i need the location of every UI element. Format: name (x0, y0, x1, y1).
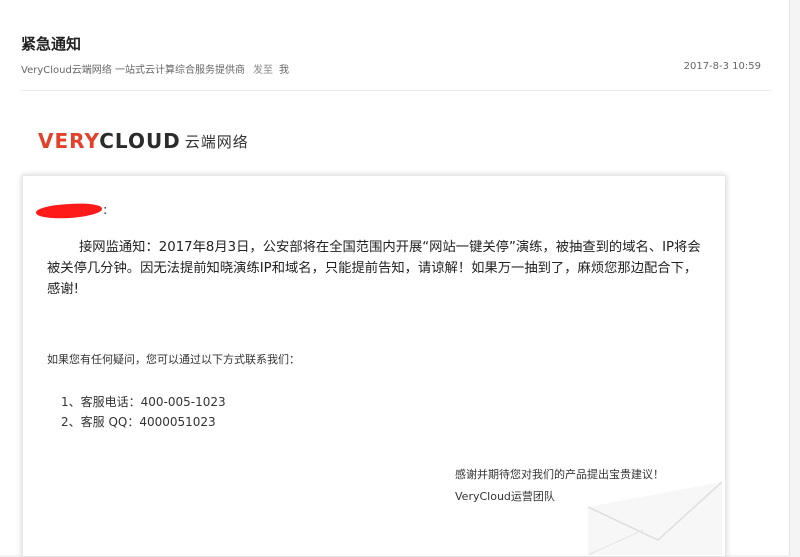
contact-qq: 2、客服 QQ：4000051023 (61, 415, 216, 429)
contact-phone: 1、客服电话：400-005-1023 (61, 395, 226, 409)
closing-line: 感谢并期待您对我们的产品提出宝贵建议！ (455, 468, 664, 481)
scrollbar[interactable] (789, 0, 800, 555)
sent-to-label: 发至 (253, 65, 273, 76)
email-subject: 紧急通知 (21, 35, 82, 53)
signature: VeryCloud运营团队 (455, 490, 555, 503)
logo-brand: VERYCLOUD (38, 129, 181, 153)
recipient-name[interactable]: 我 (279, 65, 289, 76)
notice-paragraph: 接网监通知：2017年8月3日，公安部将在全国范围内开展“网站一键关停”演练，被… (47, 240, 701, 297)
sender-name[interactable]: VeryCloud云端网络 一站式云计算综合服务提供商 (21, 65, 245, 76)
verycloud-logo: VERYCLOUD 云端网络 (38, 127, 249, 155)
envelope-icon (588, 482, 722, 555)
contact-intro: 如果您有任何疑问，您可以通过以下方式联系我们： (47, 353, 300, 366)
email-date: 2017-8-3 10:59 (683, 61, 761, 72)
greeting-colon: : (103, 203, 108, 218)
logo-brand-cn: 云端网络 (184, 132, 249, 151)
header-divider (21, 90, 771, 91)
email-meta: VeryCloud云端网络 一站式云计算综合服务提供商 发至我 (21, 61, 289, 76)
email-view: 紧急通知 VeryCloud云端网络 一站式云计算综合服务提供商 发至我 2017… (0, 0, 790, 557)
contact-list: 1、客服电话：400-005-1023 2、客服 QQ：4000051023 (61, 392, 226, 432)
